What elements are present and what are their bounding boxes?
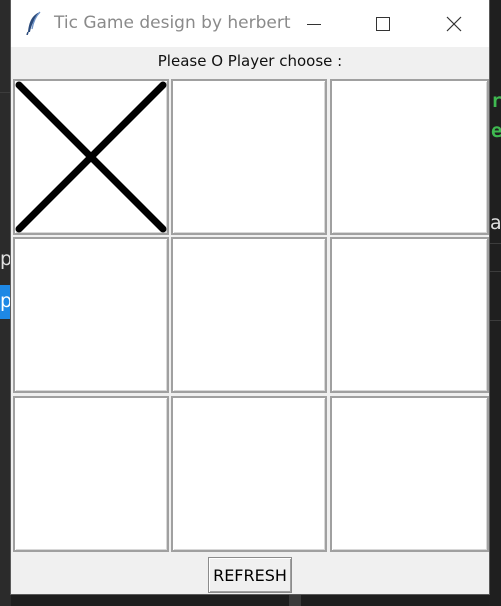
board-cell-5[interactable] bbox=[171, 237, 327, 393]
close-icon bbox=[446, 16, 462, 32]
background-text-fragment: a bbox=[490, 212, 501, 234]
close-button[interactable] bbox=[431, 0, 477, 47]
maximize-button[interactable] bbox=[360, 0, 406, 47]
status-label: Please O Player choose : bbox=[157, 52, 343, 70]
board-cell-2[interactable] bbox=[171, 79, 327, 235]
background-editor-scrollbar bbox=[289, 594, 301, 606]
x-mark bbox=[15, 81, 167, 233]
background-divider-right-3 bbox=[489, 320, 501, 321]
board-cell-9[interactable] bbox=[330, 396, 489, 552]
background-divider-right-2 bbox=[489, 271, 501, 272]
board-cell-8[interactable] bbox=[171, 396, 327, 552]
refresh-button[interactable]: REFRESH bbox=[208, 557, 292, 593]
background-divider-right bbox=[489, 243, 501, 244]
minimize-icon bbox=[307, 17, 321, 31]
board-cell-4[interactable] bbox=[13, 237, 169, 393]
maximize-icon bbox=[376, 16, 390, 31]
background-code-letter: r bbox=[491, 90, 501, 112]
minimize-button[interactable] bbox=[291, 0, 337, 47]
board-cell-1[interactable]: X bbox=[13, 79, 169, 235]
board-cell-7[interactable] bbox=[13, 396, 169, 552]
board-cell-6[interactable] bbox=[330, 237, 489, 393]
tic-tac-toe-window: Tic Game design by herbert Please O Play… bbox=[11, 0, 489, 594]
board-cell-3[interactable] bbox=[330, 79, 489, 235]
window-title: Tic Game design by herbert bbox=[54, 13, 291, 33]
background-code-letter: e bbox=[491, 120, 501, 142]
background-divider bbox=[0, 92, 11, 93]
feather-icon bbox=[25, 11, 43, 36]
game-board: X bbox=[13, 79, 489, 553]
title-bar[interactable]: Tic Game design by herbert bbox=[11, 0, 489, 47]
